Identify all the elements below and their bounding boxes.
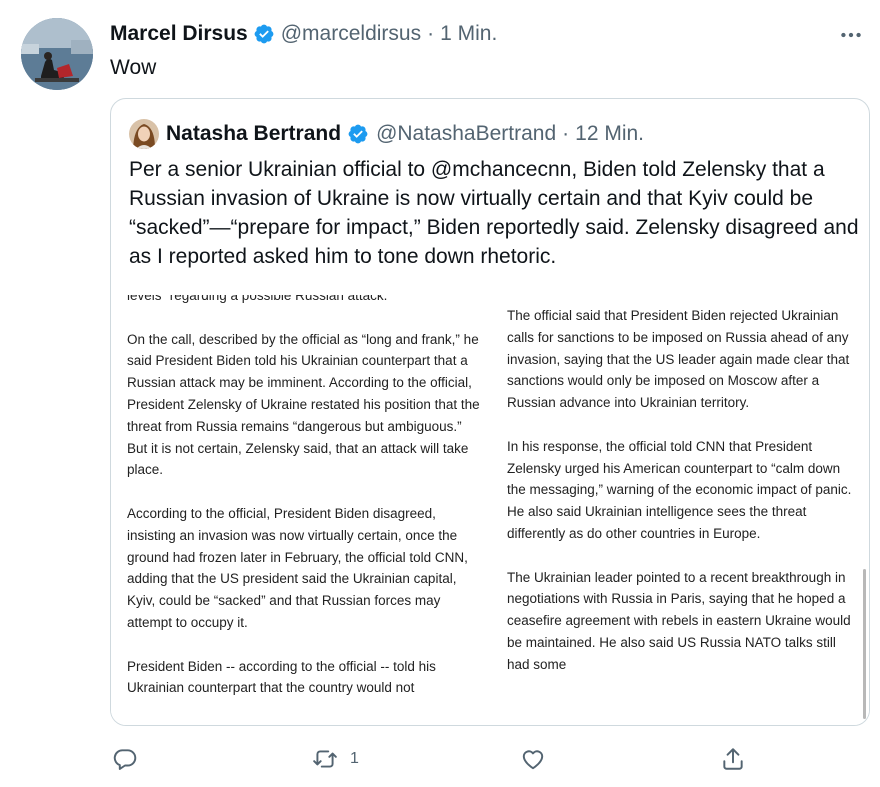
- quoted-tweet[interactable]: Natasha Bertrand @NatashaBertrand · 12 M…: [110, 98, 870, 726]
- share-button[interactable]: [720, 742, 746, 776]
- article-left-column: levels” regarding a possible Russian att…: [127, 295, 482, 721]
- like-button[interactable]: [520, 742, 558, 776]
- reply-button[interactable]: [112, 742, 150, 776]
- image-scrollbar[interactable]: [863, 569, 866, 719]
- retweet-button[interactable]: 1: [312, 742, 359, 776]
- quoted-timestamp[interactable]: 12 Min.: [575, 122, 644, 146]
- tweet-actions: 1: [110, 742, 790, 776]
- quoted-author-avatar[interactable]: [129, 119, 159, 149]
- tweet-header: Marcel Dirsus @marceldirsus · 1 Min.: [110, 21, 497, 47]
- quoted-author-handle[interactable]: @NatashaBertrand: [376, 122, 556, 146]
- article-right-column: The official said that President Biden r…: [507, 305, 857, 697]
- article-screenshot-image[interactable]: levels” regarding a possible Russian att…: [111, 295, 869, 725]
- retweet-icon: [313, 750, 337, 768]
- author-handle[interactable]: @marceldirsus: [281, 22, 421, 46]
- quoted-header: Natasha Bertrand @NatashaBertrand · 12 M…: [129, 119, 644, 149]
- verified-icon: [348, 124, 368, 144]
- tweet-timestamp[interactable]: 1 Min.: [440, 22, 497, 46]
- retweet-count: 1: [350, 750, 359, 767]
- article-paragraph: levels” regarding a possible Russian att…: [127, 295, 388, 303]
- article-paragraph: The Ukrainian leader pointed to a recent…: [507, 569, 851, 672]
- tweet[interactable]: Marcel Dirsus @marceldirsus · 1 Min. Wow…: [0, 0, 880, 787]
- quoted-author-name[interactable]: Natasha Bertrand: [166, 122, 341, 146]
- article-paragraph: According to the official, President Bid…: [127, 505, 468, 630]
- author-name[interactable]: Marcel Dirsus: [110, 22, 248, 46]
- article-paragraph: In his response, the official told CNN t…: [507, 438, 852, 541]
- article-paragraph: The official said that President Biden r…: [507, 308, 850, 411]
- verified-icon: [254, 24, 274, 44]
- more-icon[interactable]: [838, 22, 864, 48]
- tweet-text: Wow: [110, 56, 157, 79]
- quoted-text: Per a senior Ukrainian official to @mcha…: [129, 158, 859, 268]
- share-icon: [723, 748, 743, 770]
- author-avatar[interactable]: [21, 18, 93, 90]
- article-paragraph: On the call, described by the official a…: [127, 331, 480, 478]
- article-paragraph: President Biden -- according to the offi…: [127, 658, 436, 696]
- separator-dot: ·: [562, 122, 570, 145]
- reply-icon: [113, 749, 137, 770]
- separator-dot: ·: [427, 22, 435, 45]
- like-icon: [522, 750, 544, 770]
